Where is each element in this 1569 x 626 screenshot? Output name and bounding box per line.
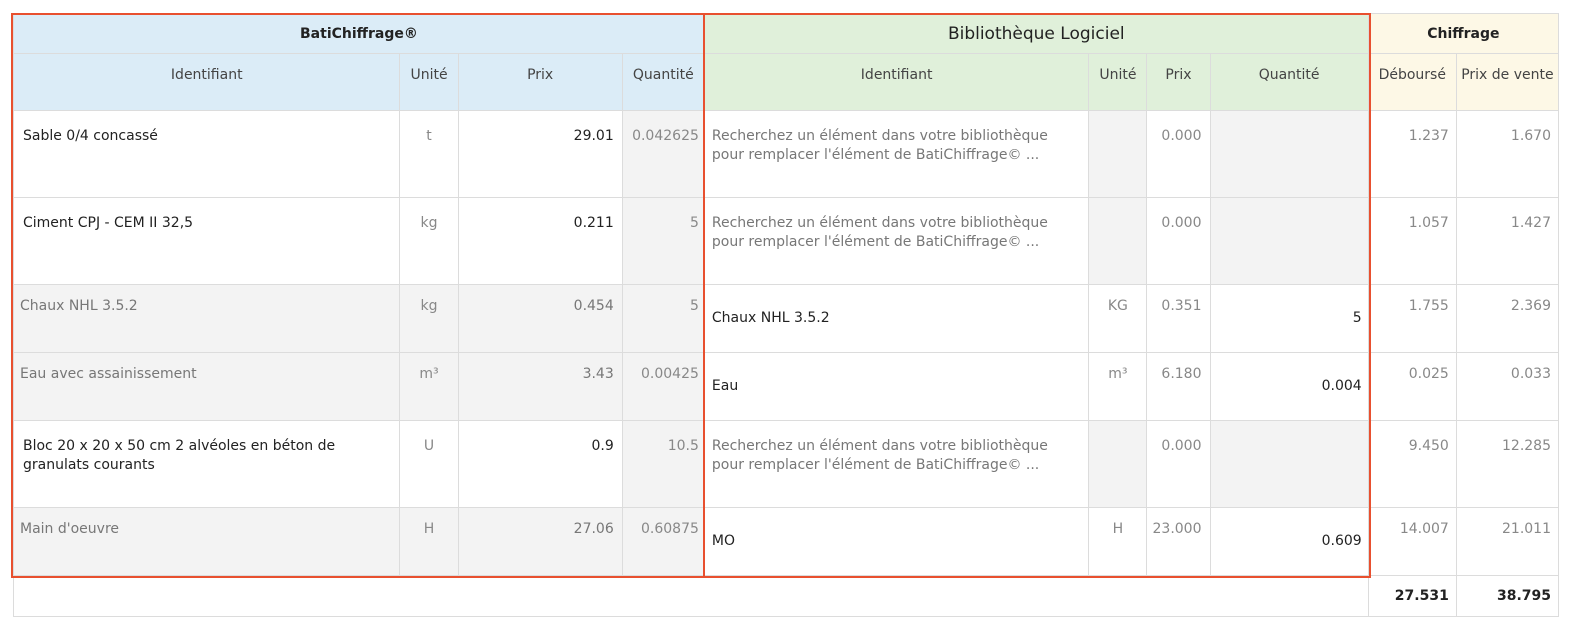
- lib-quantite-input[interactable]: 5: [1209, 284, 1369, 353]
- prix-vente-value: 12.285: [1455, 420, 1560, 508]
- bati-quantite: 5: [621, 284, 705, 353]
- lib-quantite: [1209, 110, 1369, 198]
- library-group-header: Bibliothèque Logiciel: [703, 13, 1369, 54]
- lib-col-identifiant: Identifiant: [703, 53, 1090, 111]
- bati-quantite: 0.60875: [621, 507, 705, 576]
- lib-prix: 0.000: [1146, 110, 1211, 198]
- bati-col-prix: Prix: [457, 53, 623, 111]
- bati-unite: H: [399, 507, 459, 576]
- bati-prix: 0.9: [457, 420, 623, 508]
- totals-row: 27.531 38.795: [13, 575, 1560, 617]
- table-row: Chaux NHL 3.5.2 kg 0.454 5 Chaux NHL 3.5…: [12, 284, 1560, 353]
- bati-prix: 0.211: [457, 197, 623, 285]
- total-debourse: 27.531: [1367, 575, 1457, 617]
- lib-unite: KG: [1088, 284, 1148, 353]
- library-identifiant-input[interactable]: Chaux NHL 3.5.2: [703, 284, 1090, 353]
- bati-quantite: 10.5: [621, 420, 705, 508]
- chiffrage-col-debourse: Déboursé: [1367, 53, 1457, 111]
- lib-unite: m³: [1088, 352, 1148, 421]
- lib-prix: 0.351: [1146, 284, 1211, 353]
- lib-prix: 6.180: [1146, 352, 1211, 421]
- total-prix-vente: 38.795: [1455, 575, 1560, 617]
- library-search-field[interactable]: Recherchez un élément dans votre bibliot…: [703, 197, 1090, 285]
- bati-identifiant: Bloc 20 x 20 x 50 cm 2 alvéoles en béton…: [12, 420, 401, 508]
- lib-unite: H: [1088, 507, 1148, 576]
- bati-unite: U: [399, 420, 459, 508]
- lib-col-quantite: Quantité: [1209, 53, 1369, 111]
- bati-unite: kg: [399, 197, 459, 285]
- prix-vente-value: 1.670: [1455, 110, 1560, 198]
- chiffrage-col-prix-vente: Prix de vente: [1455, 53, 1560, 111]
- batichiffrage-group-header: BatiChiffrage®: [13, 13, 705, 54]
- lib-col-prix: Prix: [1146, 53, 1211, 111]
- bati-identifiant: Ciment CPJ - CEM II 32,5: [12, 197, 401, 285]
- debourse-value: 1.057: [1367, 197, 1457, 285]
- lib-quantite-input[interactable]: 0.004: [1209, 352, 1369, 421]
- library-identifiant-input[interactable]: Eau: [703, 352, 1090, 421]
- bati-col-unite: Unité: [399, 53, 459, 111]
- bati-col-identifiant: Identifiant: [12, 53, 401, 111]
- bati-prix: 0.454: [457, 284, 623, 353]
- lib-unite: [1088, 110, 1148, 198]
- prix-vente-value: 0.033: [1455, 352, 1560, 421]
- comparison-table: BatiChiffrage® Bibliothèque Logiciel Chi…: [12, 13, 1560, 617]
- bati-unite: m³: [399, 352, 459, 421]
- bati-identifiant: Main d'oeuvre: [12, 507, 401, 576]
- bati-quantite: 5: [621, 197, 705, 285]
- bati-identifiant: Chaux NHL 3.5.2: [12, 284, 401, 353]
- prix-vente-value: 2.369: [1455, 284, 1560, 353]
- table-row: Sable 0/4 concassé t 29.01 0.042625 Rech…: [12, 110, 1560, 198]
- lib-prix: 0.000: [1146, 197, 1211, 285]
- prix-vente-value: 21.011: [1455, 507, 1560, 576]
- lib-prix: 23.000: [1146, 507, 1211, 576]
- bati-unite: kg: [399, 284, 459, 353]
- bati-identifiant: Sable 0/4 concassé: [12, 110, 401, 198]
- table-row: Bloc 20 x 20 x 50 cm 2 alvéoles en béton…: [12, 420, 1560, 508]
- library-search-field[interactable]: Recherchez un élément dans votre bibliot…: [703, 420, 1090, 508]
- debourse-value: 9.450: [1367, 420, 1457, 508]
- debourse-value: 1.237: [1367, 110, 1457, 198]
- table-row: Eau avec assainissement m³ 3.43 0.00425 …: [12, 352, 1560, 421]
- lib-quantite: [1209, 420, 1369, 508]
- debourse-value: 1.755: [1367, 284, 1457, 353]
- bati-prix: 3.43: [457, 352, 623, 421]
- totals-spacer: [13, 575, 1369, 617]
- bati-prix: 29.01: [457, 110, 623, 198]
- lib-quantite: [1209, 197, 1369, 285]
- bati-col-quantite: Quantité: [621, 53, 705, 111]
- prix-vente-value: 1.427: [1455, 197, 1560, 285]
- bati-quantite: 0.042625: [621, 110, 705, 198]
- chiffrage-group-header: Chiffrage: [1367, 13, 1560, 54]
- bati-prix: 27.06: [457, 507, 623, 576]
- lib-quantite-input[interactable]: 0.609: [1209, 507, 1369, 576]
- lib-col-unite: Unité: [1088, 53, 1148, 111]
- lib-prix: 0.000: [1146, 420, 1211, 508]
- library-search-field[interactable]: Recherchez un élément dans votre bibliot…: [703, 110, 1090, 198]
- bati-unite: t: [399, 110, 459, 198]
- debourse-value: 0.025: [1367, 352, 1457, 421]
- bati-quantite: 0.00425: [621, 352, 705, 421]
- lib-unite: [1088, 197, 1148, 285]
- debourse-value: 14.007: [1367, 507, 1457, 576]
- library-identifiant-input[interactable]: MO: [703, 507, 1090, 576]
- bati-identifiant: Eau avec assainissement: [12, 352, 401, 421]
- lib-unite: [1088, 420, 1148, 508]
- table-row: Ciment CPJ - CEM II 32,5 kg 0.211 5 Rech…: [12, 197, 1560, 285]
- table-row: Main d'oeuvre H 27.06 0.60875 MO H 23.00…: [12, 507, 1560, 576]
